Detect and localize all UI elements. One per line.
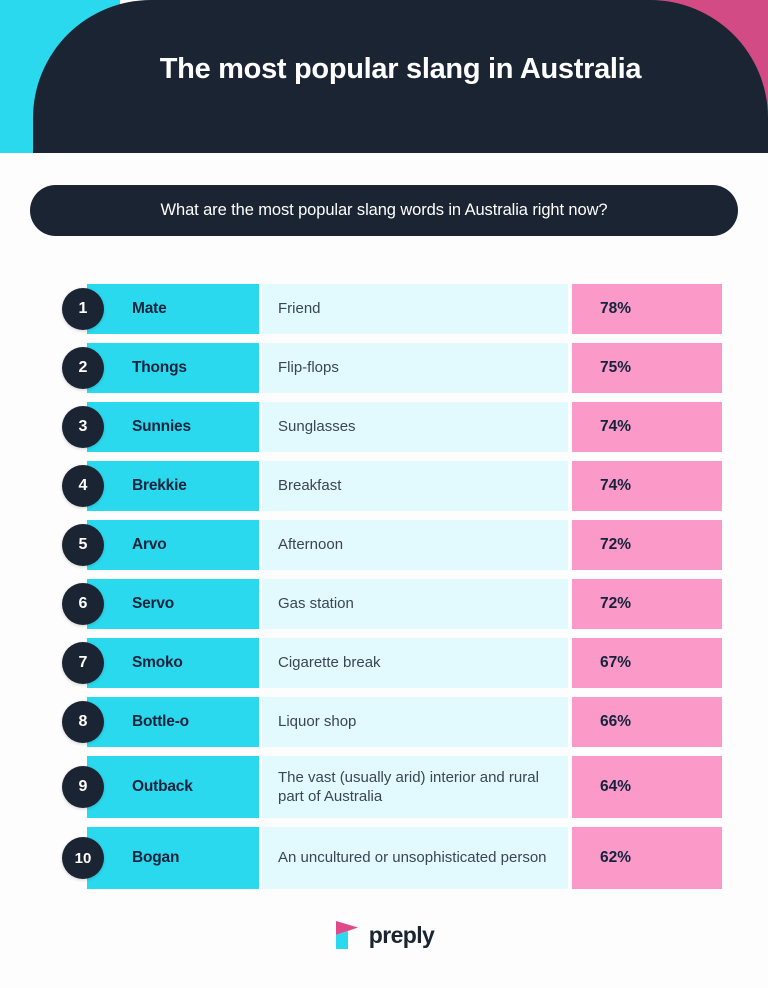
table-row: Smoko Cigarette break 67% 7 — [0, 638, 768, 688]
header-panel: The most popular slang in Australia — [33, 0, 768, 153]
rank-badge: 5 — [62, 524, 104, 566]
meaning-cell: Sunglasses — [262, 402, 568, 452]
rank-badge: 6 — [62, 583, 104, 625]
table-row: Bogan An uncultured or unsophisticated pe… — [0, 827, 768, 889]
rank-badge: 3 — [62, 406, 104, 448]
slang-word-cell: Bottle-o — [87, 697, 259, 747]
preply-wordmark: preply — [368, 921, 435, 948]
meaning-cell: Cigarette break — [262, 638, 568, 688]
slang-word-cell: Brekkie — [87, 461, 259, 511]
rank-badge: 7 — [62, 642, 104, 684]
rank-badge: 9 — [62, 766, 104, 808]
table-row: Arvo Afternoon 72% 5 — [0, 520, 768, 570]
slang-word-cell: Outback — [87, 756, 259, 818]
slang-word-cell: Mate — [87, 284, 259, 334]
rank-badge: 8 — [62, 701, 104, 743]
percentage-cell: 75% — [572, 343, 722, 393]
slang-word-cell: Bogan — [87, 827, 259, 889]
slang-word-cell: Thongs — [87, 343, 259, 393]
table-row: Thongs Flip-flops 75% 2 — [0, 343, 768, 393]
percentage-cell: 66% — [572, 697, 722, 747]
table-row: Mate Friend 78% 1 — [0, 284, 768, 334]
meaning-cell: Liquor shop — [262, 697, 568, 747]
percentage-cell: 78% — [572, 284, 722, 334]
percentage-cell: 67% — [572, 638, 722, 688]
meaning-cell: Breakfast — [262, 461, 568, 511]
meaning-cell: Flip-flops — [262, 343, 568, 393]
slang-word-cell: Servo — [87, 579, 259, 629]
rank-badge: 4 — [62, 465, 104, 507]
meaning-cell: An uncultured or unsophisticated person — [262, 827, 568, 889]
table-row: Outback The vast (usually arid) interior … — [0, 756, 768, 818]
preply-logo-icon — [334, 920, 360, 950]
slang-ranking-table: Mate Friend 78% 1 Thongs Flip-flops 75% 2 Sunnie… — [0, 284, 768, 898]
percentage-cell: 64% — [572, 756, 722, 818]
meaning-cell: Afternoon — [262, 520, 568, 570]
meaning-cell: The vast (usually arid) interior and rur… — [262, 756, 568, 818]
percentage-cell: 74% — [572, 402, 722, 452]
page-title: The most popular slang in Australia — [159, 53, 642, 85]
question-banner: What are the most popular slang words in… — [30, 185, 738, 236]
footer-brand: preply — [0, 920, 768, 950]
table-row: Servo Gas station 72% 6 — [0, 579, 768, 629]
percentage-cell: 62% — [572, 827, 722, 889]
slang-word-cell: Smoko — [87, 638, 259, 688]
percentage-cell: 74% — [572, 461, 722, 511]
table-row: Bottle-o Liquor shop 66% 8 — [0, 697, 768, 747]
slang-word-cell: Arvo — [87, 520, 259, 570]
rank-badge: 10 — [62, 837, 104, 879]
table-row: Sunnies Sunglasses 74% 3 — [0, 402, 768, 452]
table-row: Brekkie Breakfast 74% 4 — [0, 461, 768, 511]
percentage-cell: 72% — [572, 579, 722, 629]
percentage-cell: 72% — [572, 520, 722, 570]
meaning-cell: Gas station — [262, 579, 568, 629]
meaning-cell: Friend — [262, 284, 568, 334]
slang-word-cell: Sunnies — [87, 402, 259, 452]
header-banner: The most popular slang in Australia — [0, 0, 768, 153]
rank-badge: 2 — [62, 347, 104, 389]
rank-badge: 1 — [62, 288, 104, 330]
infographic-canvas: The most popular slang in Australia What… — [0, 0, 768, 988]
